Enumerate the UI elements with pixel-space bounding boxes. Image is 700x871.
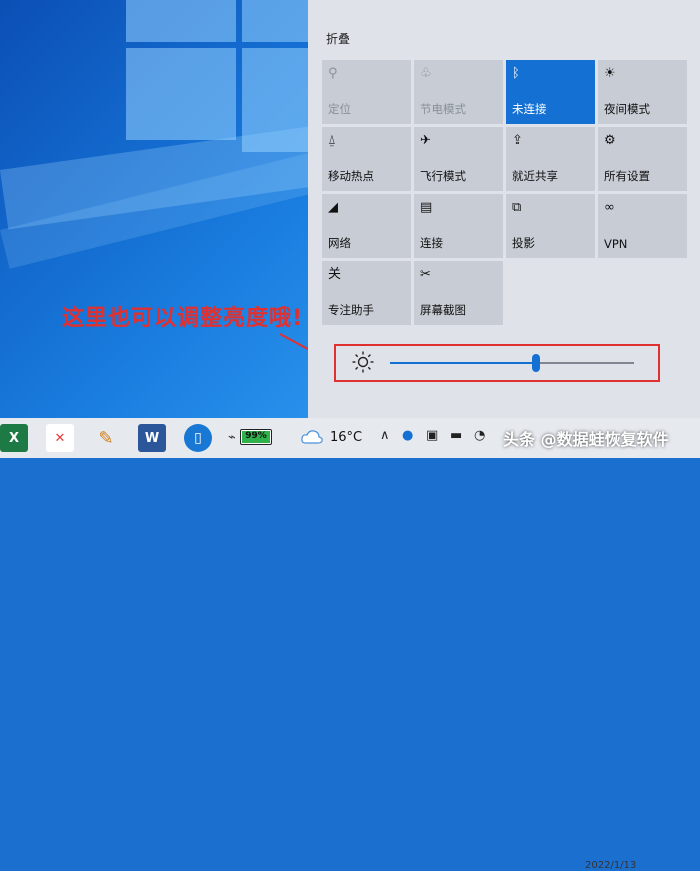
- brightness-slider-fill: [390, 362, 537, 364]
- hotspot-icon: ⍙: [328, 133, 336, 148]
- xmind-icon[interactable]: ✕: [46, 424, 74, 452]
- battery-saver-icon: ♧: [420, 66, 432, 81]
- tile-label: 投影: [512, 236, 535, 250]
- tile-battery-saver[interactable]: ♧ 节电模式: [414, 60, 503, 124]
- tile-connect[interactable]: ▤ 连接: [414, 194, 503, 258]
- annotation-text: 这里也可以调整亮度哦!: [62, 306, 304, 331]
- tile-network[interactable]: ◢ 网络: [322, 194, 411, 258]
- vpn-icon: ∞: [604, 200, 615, 215]
- battery-indicator[interactable]: 99%: [240, 429, 272, 445]
- airplane-icon: ✈: [420, 133, 431, 148]
- tablet-icon[interactable]: ▯: [184, 424, 212, 452]
- tile-vpn[interactable]: ∞ VPN: [598, 194, 687, 258]
- tile-label: 定位: [328, 102, 351, 116]
- tile-label: 所有设置: [604, 169, 650, 183]
- action-center: 折叠 ⚲ 定位 ♧ 节电模式 ᛒ 未连接 ☀ 夜间模式 ⍙ 移动热点 ✈ 飞行模式 ⇪ 就近共享 ⚙ 所有设置…: [308, 0, 700, 418]
- focus-assist-icon: 关: [328, 267, 342, 282]
- paint-icon[interactable]: ✎: [92, 424, 120, 452]
- tile-label: 移动热点: [328, 169, 374, 183]
- tile-bluetooth[interactable]: ᛒ 未连接: [506, 60, 595, 124]
- brightness-icon: [352, 351, 374, 373]
- tile-airplane[interactable]: ✈ 飞行模式: [414, 127, 503, 191]
- tile-label: 夜间模式: [604, 102, 650, 116]
- tile-hotspot[interactable]: ⍙ 移动热点: [322, 127, 411, 191]
- tile-label: 专注助手: [328, 303, 374, 317]
- watermark: 头条 @数据蛙恢复软件: [503, 430, 669, 449]
- network-icon: ◢: [328, 200, 338, 215]
- night-light-icon: ☀: [604, 66, 616, 81]
- brightness-control: [334, 344, 660, 382]
- tile-project[interactable]: ⧉ 投影: [506, 194, 595, 258]
- location-icon: ⚲: [328, 66, 338, 81]
- date[interactable]: 2022/1/13: [585, 860, 636, 871]
- tile-focus-assist[interactable]: 关专注助手: [322, 261, 411, 325]
- word-icon[interactable]: W: [138, 424, 166, 452]
- temperature[interactable]: 16°C: [330, 430, 362, 445]
- security-icon[interactable]: ▣: [426, 428, 438, 443]
- project-icon: ⧉: [512, 200, 522, 215]
- power-plug-icon: ⌁: [228, 430, 236, 445]
- tile-night-light[interactable]: ☀ 夜间模式: [598, 60, 687, 124]
- tile-label: 网络: [328, 236, 351, 250]
- wifi-icon[interactable]: ◔: [474, 428, 485, 443]
- tile-screen-snip[interactable]: ✂ 屏幕截图: [414, 261, 503, 325]
- tile-nearby-share[interactable]: ⇪ 就近共享: [506, 127, 595, 191]
- tile-label: 飞行模式: [420, 169, 466, 183]
- windows-logo: [118, 0, 318, 170]
- tile-label: 屏幕截图: [420, 303, 466, 317]
- connect-icon: ▤: [420, 200, 433, 215]
- tile-gear[interactable]: ⚙ 所有设置: [598, 127, 687, 191]
- excel-icon[interactable]: X: [0, 424, 28, 452]
- battery-percent: 99%: [245, 431, 267, 441]
- brightness-slider-thumb[interactable]: [532, 354, 541, 372]
- battery-tray-icon[interactable]: ▬: [450, 428, 462, 443]
- gear-icon: ⚙: [604, 133, 616, 148]
- tile-label: VPN: [604, 237, 628, 251]
- chevron-up-icon[interactable]: ∧: [380, 428, 390, 443]
- screen-snip-icon: ✂: [420, 267, 431, 282]
- onedrive-icon[interactable]: ●: [402, 428, 413, 443]
- tile-label: 连接: [420, 236, 443, 250]
- bluetooth-icon: ᛒ: [512, 66, 520, 81]
- collapse-link[interactable]: 折叠: [326, 30, 350, 47]
- tile-label: 节电模式: [420, 102, 466, 116]
- brightness-slider[interactable]: [390, 354, 634, 372]
- tile-location[interactable]: ⚲ 定位: [322, 60, 411, 124]
- nearby-share-icon: ⇪: [512, 133, 523, 148]
- tile-label: 就近共享: [512, 169, 558, 183]
- cloud-icon[interactable]: [300, 428, 324, 446]
- tile-label: 未连接: [512, 102, 547, 116]
